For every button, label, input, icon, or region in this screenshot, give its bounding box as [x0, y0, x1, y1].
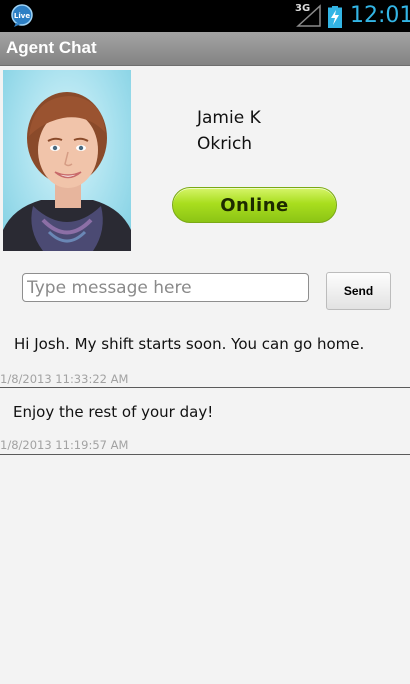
agent-avatar — [3, 70, 131, 251]
send-button[interactable]: Send — [326, 272, 391, 310]
message-divider — [0, 387, 410, 388]
message-timestamp: 1/8/2013 11:19:57 AM — [0, 438, 129, 452]
message-text: Hi Josh. My shift starts soon. You can g… — [14, 335, 365, 353]
agent-status-badge: Online — [172, 187, 337, 223]
battery-charging-icon — [328, 6, 342, 28]
message-divider — [0, 454, 410, 455]
message-text: Enjoy the rest of your day! — [13, 403, 214, 421]
status-bar: Live 3G 12:01 — [0, 0, 410, 32]
agent-name: Jamie K Okrich — [197, 105, 317, 157]
agent-first-name: Jamie K — [197, 108, 261, 128]
message-input[interactable] — [22, 273, 309, 302]
agent-portrait-image — [3, 92, 131, 251]
app-icon-label: Live — [14, 12, 30, 20]
agent-last-name: Okrich — [197, 134, 253, 154]
live-app-icon: Live — [11, 4, 33, 27]
message-timestamp: 1/8/2013 11:33:22 AM — [0, 372, 129, 386]
title-bar: Agent Chat — [0, 32, 410, 66]
page-title: Agent Chat — [6, 38, 97, 57]
status-clock: 12:01 — [350, 3, 410, 28]
signal-strength-icon — [296, 4, 321, 27]
